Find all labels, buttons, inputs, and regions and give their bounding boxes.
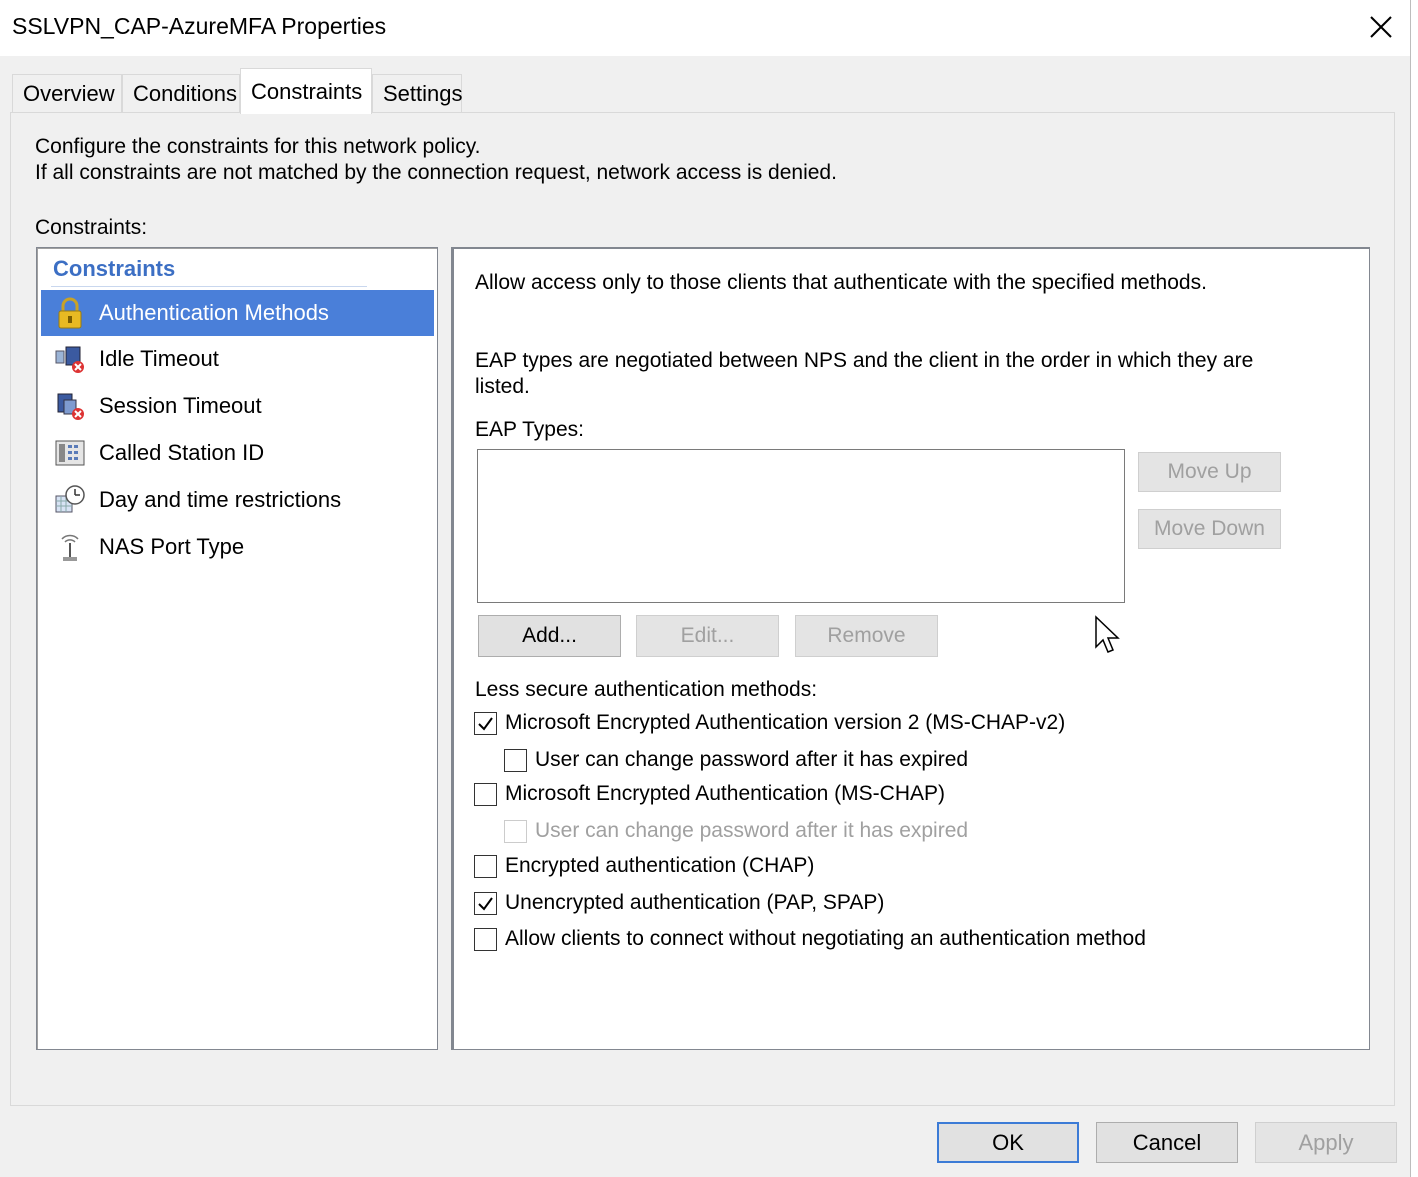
tree-item-label: Session Timeout	[99, 393, 262, 418]
tree-header-divider	[51, 286, 367, 287]
tree-item-label: NAS Port Type	[99, 534, 245, 559]
checkmark-icon	[478, 716, 493, 731]
tree-item-day-and-time-restrictions[interactable]: Day and time restrictions	[41, 477, 434, 523]
cancel-button[interactable]: Cancel	[1096, 1122, 1238, 1163]
mouse-cursor-icon	[1095, 615, 1120, 653]
close-icon	[1370, 16, 1392, 38]
checkmark-icon	[478, 896, 493, 911]
checkbox-label: Unencrypted authentication (PAP, SPAP)	[505, 891, 885, 914]
edit-button[interactable]: Edit...	[636, 615, 779, 657]
pap-spap-checkbox[interactable]: Unencrypted authentication (PAP, SPAP)	[474, 891, 884, 915]
chap-checkbox[interactable]: Encrypted authentication (CHAP)	[474, 854, 814, 878]
clock-icon	[53, 484, 87, 516]
checkbox-label: Microsoft Encrypted Authentication versi…	[505, 711, 1066, 734]
move-up-button[interactable]: Move Up	[1138, 452, 1281, 492]
tree-item-label: Called Station ID	[99, 440, 265, 465]
tab-overview[interactable]: Overview	[12, 74, 122, 112]
description-line-2: If all constraints are not matched by th…	[35, 161, 837, 184]
title-bar: SSLVPN_CAP-AzureMFA Properties	[0, 0, 1410, 56]
add-button[interactable]: Add...	[478, 615, 621, 657]
window-edge	[1410, 0, 1418, 1177]
ok-button[interactable]: OK	[937, 1122, 1079, 1163]
checkbox-label: Microsoft Encrypted Authentication (MS-C…	[505, 782, 945, 805]
mschapv2-checkbox[interactable]: Microsoft Encrypted Authentication versi…	[474, 711, 1065, 735]
window-title: SSLVPN_CAP-AzureMFA Properties	[12, 13, 387, 39]
no-auth-method-checkbox[interactable]: Allow clients to connect without negotia…	[474, 927, 1146, 951]
eap-note-line-2: listed.	[475, 375, 530, 398]
checkbox-box	[474, 711, 497, 735]
eap-types-list[interactable]	[477, 449, 1125, 603]
eap-types-label: EAP Types:	[475, 418, 584, 441]
checkbox-label: Encrypted authentication (CHAP)	[505, 854, 815, 877]
apply-button[interactable]: Apply	[1255, 1122, 1397, 1163]
checkbox-label: User can change password after it has ex…	[535, 819, 969, 842]
checkbox-box	[504, 819, 527, 843]
tab-settings[interactable]: Settings	[372, 74, 463, 112]
tree-item-idle-timeout[interactable]: Idle Timeout	[41, 336, 434, 382]
tree-item-label: Idle Timeout	[99, 346, 219, 371]
mschapv2-change-password-checkbox[interactable]: User can change password after it has ex…	[504, 748, 968, 772]
eap-note-line-1: EAP types are negotiated between NPS and…	[475, 349, 1254, 372]
tree-item-session-timeout[interactable]: Session Timeout	[41, 383, 434, 429]
mschap-change-password-checkbox: User can change password after it has ex…	[504, 819, 968, 843]
mschap-checkbox[interactable]: Microsoft Encrypted Authentication (MS-C…	[474, 782, 945, 806]
checkbox-box	[504, 748, 527, 772]
checkbox-box	[474, 927, 497, 951]
checkbox-box	[474, 854, 497, 878]
constraints-tab-panel: Configure the constraints for this netwo…	[10, 112, 1395, 1106]
close-button[interactable]	[1352, 2, 1410, 52]
checkbox-label: Allow clients to connect without negotia…	[505, 927, 1146, 950]
constraints-label: Constraints:	[35, 216, 148, 239]
checkbox-box	[474, 782, 497, 806]
idle-timeout-icon	[53, 343, 87, 375]
lock-icon	[53, 297, 87, 329]
checkbox-label: User can change password after it has ex…	[535, 748, 969, 771]
constraints-tree: Constraints Authentication Methods Idle …	[36, 247, 438, 1050]
move-down-button[interactable]: Move Down	[1138, 509, 1281, 549]
tab-constraints[interactable]: Constraints	[240, 68, 372, 114]
remove-button[interactable]: Remove	[795, 615, 938, 657]
authentication-methods-panel: Allow access only to those clients that …	[451, 247, 1370, 1050]
tree-item-label: Authentication Methods	[99, 300, 329, 325]
less-secure-label: Less secure authentication methods:	[475, 678, 818, 701]
checkbox-box	[474, 891, 497, 915]
antenna-icon	[53, 531, 87, 563]
tab-conditions[interactable]: Conditions	[122, 74, 240, 112]
session-timeout-icon	[53, 390, 87, 422]
description-line-1: Configure the constraints for this netwo…	[35, 135, 481, 158]
intro-text: Allow access only to those clients that …	[475, 271, 1207, 294]
tree-header: Constraints	[53, 256, 176, 281]
tree-item-authentication-methods[interactable]: Authentication Methods	[41, 290, 434, 336]
tree-item-called-station-id[interactable]: Called Station ID	[41, 430, 434, 476]
phone-icon	[53, 437, 87, 469]
tree-item-nas-port-type[interactable]: NAS Port Type	[41, 524, 434, 570]
tree-item-label: Day and time restrictions	[99, 487, 342, 512]
